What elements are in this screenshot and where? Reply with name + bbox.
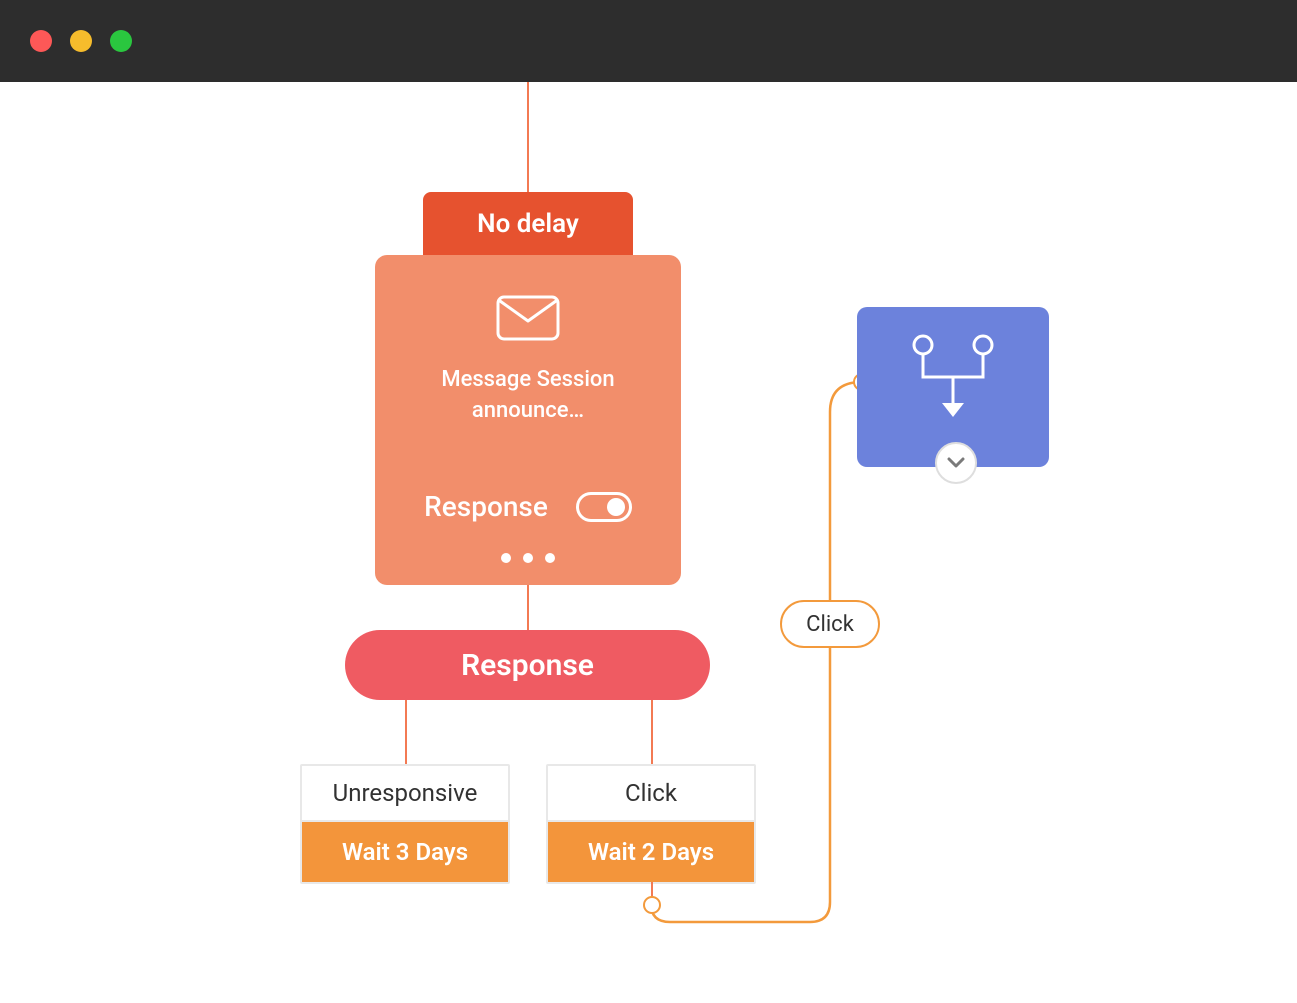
branch-wait: Wait 2 Days: [548, 822, 754, 882]
more-icon[interactable]: [375, 553, 681, 563]
connector-endpoint-bottom: [643, 896, 661, 914]
flow-canvas[interactable]: No delay Message Session announce… Respo…: [0, 82, 1297, 1003]
branch-wait: Wait 3 Days: [302, 822, 508, 882]
message-node[interactable]: Message Session announce… Response: [375, 255, 681, 585]
window-zoom-icon[interactable]: [110, 30, 132, 52]
chevron-down-icon[interactable]: [935, 442, 977, 484]
delay-node[interactable]: No delay: [423, 192, 633, 256]
title-bar: [0, 0, 1297, 82]
connector-split-left: [405, 700, 407, 764]
response-toggle-row: Response: [375, 490, 681, 523]
connector-card-to-split: [527, 585, 529, 630]
response-split-node[interactable]: Response: [345, 630, 710, 700]
response-toggle[interactable]: [576, 492, 632, 522]
window-close-icon[interactable]: [30, 30, 52, 52]
envelope-icon: [496, 295, 560, 345]
response-split-label: Response: [461, 648, 594, 683]
message-line-1: Message Session: [441, 365, 614, 396]
automation-canvas-window: No delay Message Session announce… Respo…: [0, 0, 1297, 1003]
click-badge-label: Click: [806, 612, 854, 637]
message-line-2: announce…: [441, 396, 614, 427]
message-title: Message Session announce…: [441, 365, 614, 427]
branch-unresponsive[interactable]: Unresponsive Wait 3 Days: [300, 764, 510, 884]
branch-click[interactable]: Click Wait 2 Days: [546, 764, 756, 884]
response-toggle-label: Response: [424, 490, 548, 523]
branch-condition: Click: [548, 766, 754, 822]
connector-split-right: [651, 700, 653, 764]
window-minimize-icon[interactable]: [70, 30, 92, 52]
connector-top: [527, 82, 529, 192]
delay-label: No delay: [477, 209, 579, 239]
click-condition-badge[interactable]: Click: [780, 600, 880, 648]
merge-icon: [898, 331, 1008, 435]
branch-condition: Unresponsive: [302, 766, 508, 822]
